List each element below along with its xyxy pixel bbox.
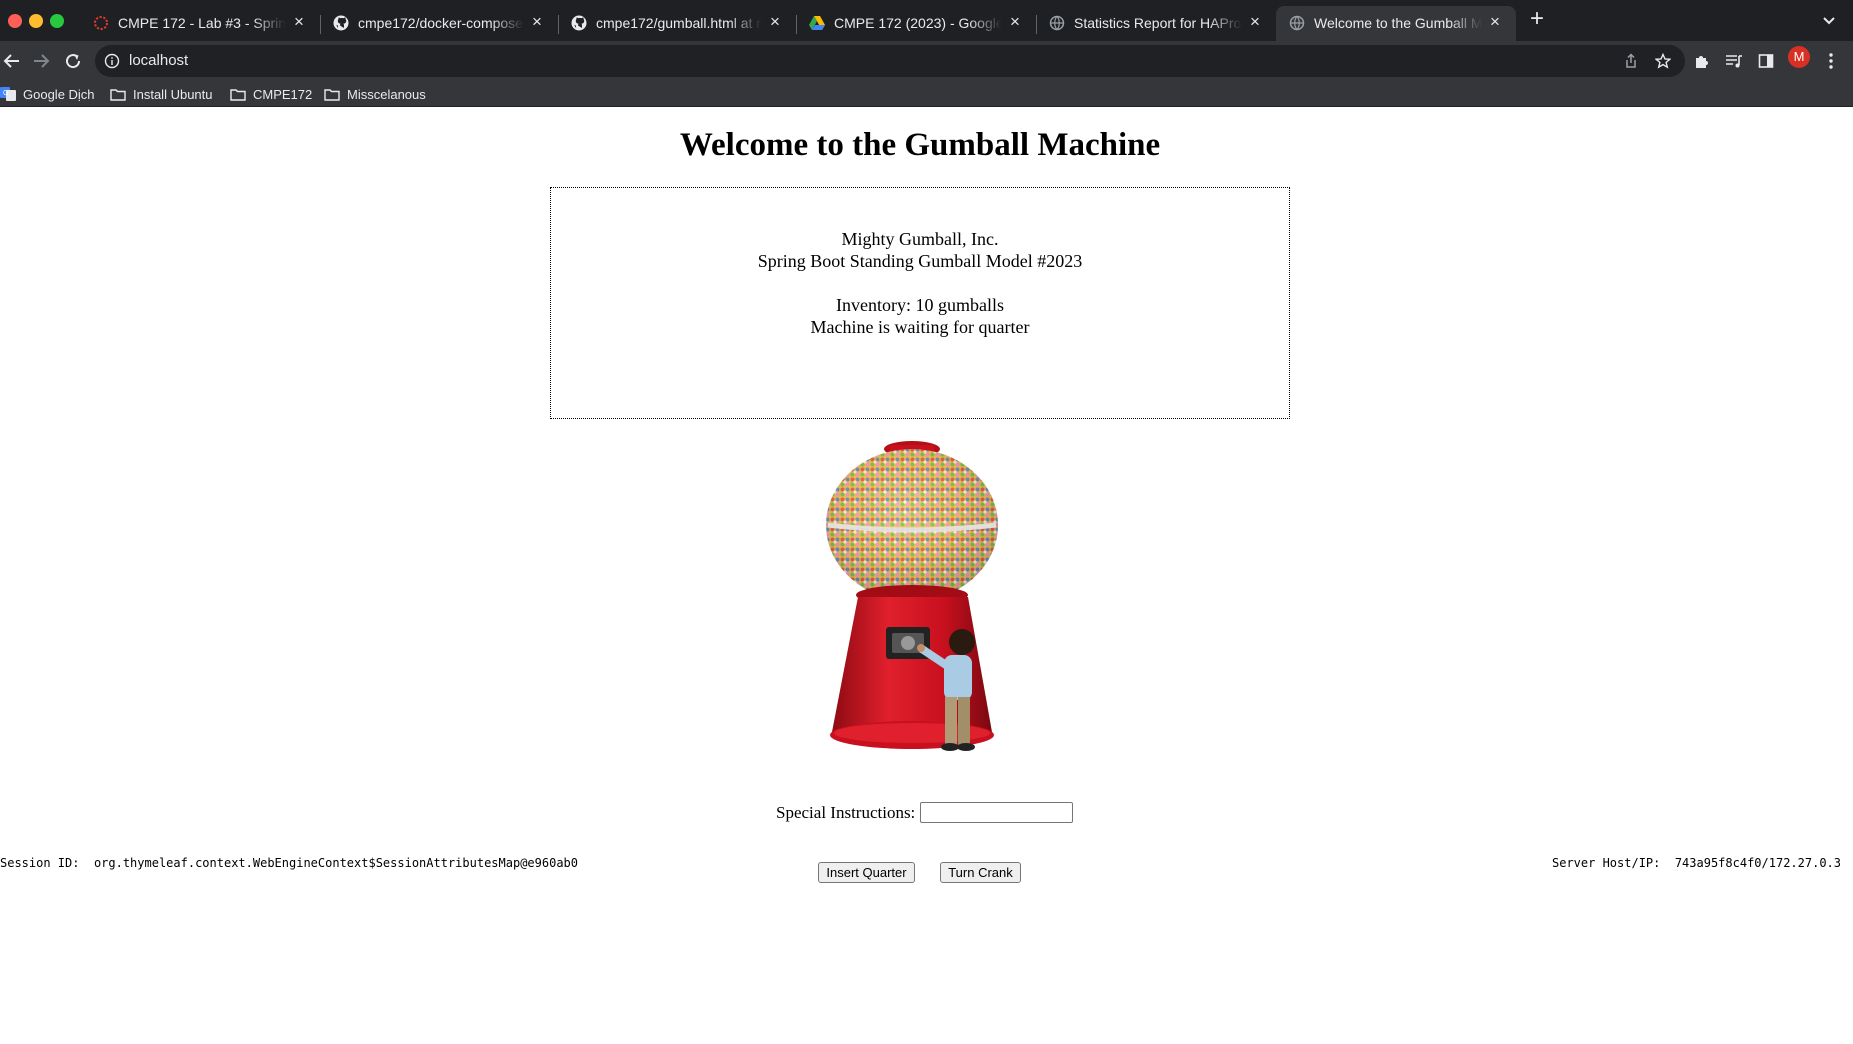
tab-title: cmpe172/docker-compose.yaml [358, 15, 524, 31]
profile-avatar[interactable]: M [1788, 46, 1810, 68]
google-translate-icon: G [0, 87, 16, 101]
session-info: Session ID: org.thymeleaf.context.WebEng… [0, 856, 578, 870]
server-value: 743a95f8c4f0/172.27.0.3 [1674, 856, 1841, 870]
new-tab-button[interactable]: + [1525, 7, 1549, 32]
tab-gumball-html[interactable]: cmpe172/gumball.html at main × [558, 6, 796, 41]
tab-title: Statistics Report for HAProxy [1074, 15, 1242, 31]
side-panel-button[interactable] [1756, 51, 1776, 71]
machine-state-text: Machine is waiting for quarter [810, 317, 1030, 337]
bookmark-label: Install Ubuntu [133, 86, 213, 102]
tab-title: CMPE 172 - Lab #3 - Spring Gu [118, 15, 286, 31]
browser-toolbar: localhost [0, 41, 1853, 81]
arrow-right-icon [34, 54, 50, 68]
bookmark-cmpe172[interactable]: CMPE172 [230, 81, 312, 107]
session-value: org.thymeleaf.context.WebEngineContext$S… [93, 856, 578, 870]
tab-title: CMPE 172 (2023) - Google Drive [834, 15, 1002, 31]
bookmark-star-icon[interactable] [1655, 53, 1671, 69]
github-icon [332, 14, 349, 31]
machine-status-box: Mighty Gumball, Inc. Spring Boot Standin… [550, 187, 1290, 419]
side-panel-icon [1758, 54, 1774, 68]
bookmark-label: Misscelanous [347, 86, 426, 102]
tab-gumball-machine[interactable]: Welcome to the Gumball Machine × [1276, 6, 1516, 41]
bookmark-label: Google Dịch [23, 86, 95, 102]
close-tab-icon[interactable]: × [1006, 13, 1024, 31]
globe-icon [1048, 14, 1065, 31]
media-controls-button[interactable] [1724, 51, 1744, 71]
minimize-window-button[interactable] [29, 14, 43, 28]
close-tab-icon[interactable]: × [1486, 13, 1504, 31]
address-bar[interactable]: localhost [95, 45, 1685, 77]
folder-icon [230, 87, 246, 101]
reload-icon [66, 54, 81, 69]
reload-button[interactable] [61, 49, 85, 73]
menu-button[interactable] [1821, 51, 1841, 71]
globe-icon [1288, 14, 1305, 31]
tab-haproxy-stats[interactable]: Statistics Report for HAProxy × [1036, 6, 1276, 41]
google-drive-icon [808, 14, 825, 31]
share-icon[interactable] [1623, 53, 1639, 69]
company-name: Mighty Gumball, Inc. [841, 229, 999, 249]
inventory-text: Inventory: 10 gumballs [836, 295, 1004, 315]
insert-quarter-button[interactable]: Insert Quarter [818, 862, 915, 883]
folder-icon [110, 87, 126, 101]
bookmark-google-translate[interactable]: G Google Dịch [0, 81, 95, 107]
special-instructions-input[interactable] [920, 802, 1074, 823]
server-info: Server Host/IP: 743a95f8c4f0/172.27.0.3 [1552, 856, 1841, 870]
maximize-window-button[interactable] [50, 14, 64, 28]
arrow-left-icon [3, 54, 19, 68]
folder-icon [324, 87, 340, 101]
kebab-menu-icon [1829, 53, 1833, 69]
bookmark-misscelanous[interactable]: Misscelanous [324, 81, 426, 107]
page-content: Welcome to the Gumball Machine Mighty Gu… [0, 107, 1853, 1044]
tab-title: Welcome to the Gumball Machine [1314, 15, 1482, 31]
back-button[interactable] [0, 49, 24, 73]
forward-button[interactable] [29, 49, 53, 73]
bookmark-install-ubuntu[interactable]: Install Ubuntu [110, 81, 213, 107]
server-label: Server Host/IP: [1552, 856, 1661, 870]
tab-search-button[interactable] [1818, 10, 1840, 32]
model-name: Spring Boot Standing Gumball Model #2023 [757, 251, 1083, 271]
svg-text:G: G [3, 90, 8, 97]
session-label: Session ID: [0, 856, 80, 870]
puzzle-icon [1696, 56, 1708, 68]
extensions-button[interactable] [1692, 51, 1712, 71]
close-tab-icon[interactable]: × [766, 13, 784, 31]
canvas-icon [92, 14, 109, 31]
gumball-machine-image [826, 441, 998, 751]
close-window-button[interactable] [8, 14, 22, 28]
tab-title: cmpe172/gumball.html at main [596, 15, 762, 31]
special-instructions-row: Special Instructions: [776, 802, 1074, 823]
info-icon[interactable] [104, 53, 120, 69]
tab-google-drive[interactable]: CMPE 172 (2023) - Google Drive × [796, 6, 1036, 41]
tab-strip: CMPE 172 - Lab #3 - Spring Gu × cmpe172/… [0, 0, 1853, 41]
github-icon [570, 14, 587, 31]
chevron-down-icon [1823, 17, 1835, 25]
queue-music-icon [1726, 55, 1742, 68]
bookmark-label: CMPE172 [253, 86, 313, 102]
tab-docker-compose[interactable]: cmpe172/docker-compose.yaml × [320, 6, 558, 41]
bookmarks-bar: G Google Dịch Install Ubuntu CMPE172 Mis… [0, 81, 1853, 107]
close-tab-icon[interactable]: × [1246, 13, 1264, 31]
turn-crank-button[interactable]: Turn Crank [940, 862, 1021, 883]
address-text[interactable]: localhost [129, 52, 188, 70]
close-tab-icon[interactable]: × [528, 13, 546, 31]
close-tab-icon[interactable]: × [290, 13, 308, 31]
tab-lab3[interactable]: CMPE 172 - Lab #3 - Spring Gu × [80, 6, 320, 41]
special-instructions-label: Special Instructions: [776, 802, 916, 822]
page-title: Welcome to the Gumball Machine [679, 127, 1161, 163]
